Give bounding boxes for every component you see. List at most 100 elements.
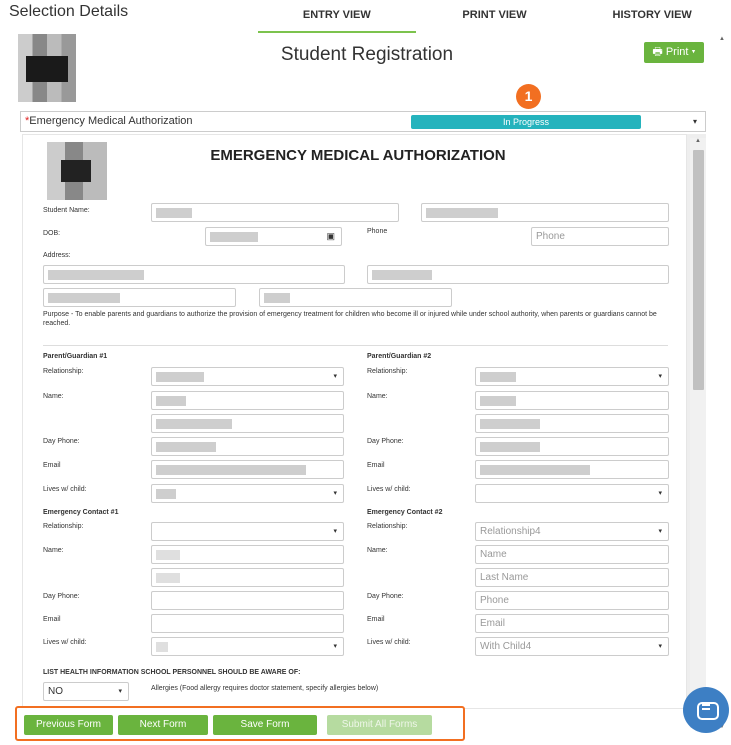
allergy-text: Allergies (Food allergy requires doctor … bbox=[151, 685, 379, 692]
student-avatar bbox=[18, 34, 76, 102]
chevron-down-icon: ▾ bbox=[658, 643, 662, 650]
contact1-day-phone-label: Day Phone: bbox=[43, 593, 80, 600]
contact2-first-name-field[interactable]: Name bbox=[475, 545, 669, 564]
phone-label: Phone bbox=[367, 228, 388, 235]
guardian2-relationship-label: Relationship: bbox=[367, 368, 408, 375]
contact1-lives-select[interactable]: ▾ bbox=[151, 637, 344, 656]
health-info-heading: LIST HEALTH INFORMATION SCHOOL PERSONNEL… bbox=[43, 669, 301, 676]
save-form-button[interactable]: Save Form bbox=[213, 715, 317, 735]
contact2-relationship-value: Relationship4 bbox=[480, 526, 541, 537]
address-state-field[interactable] bbox=[259, 288, 452, 307]
guardian2-day-phone-field[interactable] bbox=[475, 437, 669, 456]
outer-scroll-up-icon[interactable]: ▲ bbox=[719, 36, 725, 42]
guardian1-heading: Parent/Guardian #1 bbox=[43, 353, 108, 360]
guardian2-lives-label: Lives w/ child: bbox=[367, 486, 411, 493]
phone-field[interactable]: Phone bbox=[531, 227, 669, 246]
allergy-select-value: NO bbox=[48, 686, 63, 697]
guardian2-name-label: Name: bbox=[367, 393, 388, 400]
contact1-day-phone-field[interactable] bbox=[151, 591, 344, 610]
contact2-heading: Emergency Contact #2 bbox=[367, 509, 443, 516]
contact2-lives-select[interactable]: With Child4 ▾ bbox=[475, 637, 669, 656]
guardian1-name-label: Name: bbox=[43, 393, 64, 400]
contact2-email-field[interactable]: Email bbox=[475, 614, 669, 633]
chevron-down-icon: ▾ bbox=[658, 490, 662, 497]
contact1-heading: Emergency Contact #1 bbox=[43, 509, 119, 516]
address-street-field[interactable] bbox=[43, 265, 345, 284]
tab-print-view[interactable]: PRINT VIEW bbox=[416, 0, 574, 33]
chevron-down-icon: ▾ bbox=[333, 643, 337, 650]
contact1-lives-label: Lives w/ child: bbox=[43, 639, 87, 646]
guardian1-relationship-label: Relationship: bbox=[43, 368, 84, 375]
form-panel: EMERGENCY MEDICAL AUTHORIZATION Student … bbox=[22, 134, 706, 709]
print-button[interactable]: 🖶 Print ▾ bbox=[644, 42, 704, 63]
chevron-down-icon: ▾ bbox=[658, 528, 662, 535]
chevron-down-icon: ▾ bbox=[658, 373, 662, 380]
contact2-day-phone-field[interactable]: Phone bbox=[475, 591, 669, 610]
calendar-icon[interactable]: ▣ bbox=[326, 228, 335, 245]
school-logo bbox=[47, 142, 107, 200]
guardian1-first-name-field[interactable] bbox=[151, 391, 344, 410]
chat-icon[interactable] bbox=[683, 687, 729, 733]
step-badge: 1 bbox=[516, 84, 541, 109]
purpose-text: Purpose - To enable parents and guardian… bbox=[43, 311, 657, 327]
allergy-select[interactable]: NO ▾ bbox=[43, 682, 129, 701]
selected-form-label: Emergency Medical Authorization bbox=[29, 115, 193, 127]
guardian2-heading: Parent/Guardian #2 bbox=[367, 353, 432, 360]
form-scrollbar-thumb[interactable] bbox=[693, 150, 704, 390]
chevron-down-icon: ▾ bbox=[118, 688, 122, 695]
contact1-last-name-field[interactable] bbox=[151, 568, 344, 587]
contact1-name-label: Name: bbox=[43, 547, 64, 554]
contact2-relationship-label: Relationship: bbox=[367, 523, 408, 530]
guardian2-last-name-field[interactable] bbox=[475, 414, 669, 433]
contact2-day-phone-label: Day Phone: bbox=[367, 593, 404, 600]
status-badge: In Progress bbox=[411, 115, 641, 129]
guardian1-day-phone-label: Day Phone: bbox=[43, 438, 80, 445]
contact1-relationship-select[interactable]: ▾ bbox=[151, 522, 344, 541]
address-line2-field[interactable] bbox=[367, 265, 669, 284]
contact2-lives-label: Lives w/ child: bbox=[367, 639, 411, 646]
contact2-relationship-select[interactable]: Relationship4 ▾ bbox=[475, 522, 669, 541]
dob-field[interactable]: ▣ bbox=[205, 227, 342, 246]
chevron-down-icon: ▾ bbox=[333, 528, 337, 535]
guardian1-lives-label: Lives w/ child: bbox=[43, 486, 87, 493]
form-selector[interactable]: *Emergency Medical Authorization In Prog… bbox=[20, 111, 706, 132]
address-label: Address: bbox=[43, 252, 71, 259]
form-document: EMERGENCY MEDICAL AUTHORIZATION Student … bbox=[22, 134, 687, 709]
guardian2-relationship-select[interactable]: ▾ bbox=[475, 367, 669, 386]
contact1-email-field[interactable] bbox=[151, 614, 344, 633]
chevron-down-icon: ▾ bbox=[692, 117, 697, 126]
guardian2-day-phone-label: Day Phone: bbox=[367, 438, 404, 445]
dob-label: DOB: bbox=[43, 230, 61, 237]
contact1-email-label: Email bbox=[43, 616, 61, 623]
selection-details-title: Selection Details bbox=[9, 3, 129, 20]
guardian2-lives-select[interactable]: ▾ bbox=[475, 484, 669, 503]
page-title: Student Registration bbox=[280, 44, 454, 65]
chevron-down-icon: ▾ bbox=[333, 373, 337, 380]
next-form-button[interactable]: Next Form bbox=[118, 715, 208, 735]
guardian2-first-name-field[interactable] bbox=[475, 391, 669, 410]
submit-all-forms-button[interactable]: Submit All Forms bbox=[327, 715, 432, 735]
address-city-field[interactable] bbox=[43, 288, 236, 307]
guardian1-relationship-select[interactable]: ▾ bbox=[151, 367, 344, 386]
form-action-bar: Previous Form Next Form Save Form Submit… bbox=[15, 706, 465, 741]
student-name-label: Student Name: bbox=[43, 207, 90, 214]
guardian1-day-phone-field[interactable] bbox=[151, 437, 344, 456]
contact2-lives-value: With Child4 bbox=[480, 641, 532, 652]
guardian2-email-label: Email bbox=[367, 462, 385, 469]
guardian2-email-field[interactable] bbox=[475, 460, 669, 479]
contact2-last-name-field[interactable]: Last Name bbox=[475, 568, 669, 587]
view-tabs: ENTRY VIEW PRINT VIEW HISTORY VIEW bbox=[258, 0, 731, 33]
previous-form-button[interactable]: Previous Form bbox=[24, 715, 113, 735]
tab-history-view[interactable]: HISTORY VIEW bbox=[573, 0, 731, 33]
student-last-name-field[interactable] bbox=[421, 203, 669, 222]
scroll-up-icon[interactable]: ▲ bbox=[695, 138, 701, 144]
contact2-email-label: Email bbox=[367, 616, 385, 623]
guardian1-last-name-field[interactable] bbox=[151, 414, 344, 433]
tab-entry-view[interactable]: ENTRY VIEW bbox=[258, 0, 416, 33]
contact2-name-label: Name: bbox=[367, 547, 388, 554]
guardian1-lives-select[interactable]: ▾ bbox=[151, 484, 344, 503]
section-divider bbox=[43, 345, 668, 346]
contact1-first-name-field[interactable] bbox=[151, 545, 344, 564]
student-first-name-field[interactable] bbox=[151, 203, 399, 222]
guardian1-email-field[interactable] bbox=[151, 460, 344, 479]
